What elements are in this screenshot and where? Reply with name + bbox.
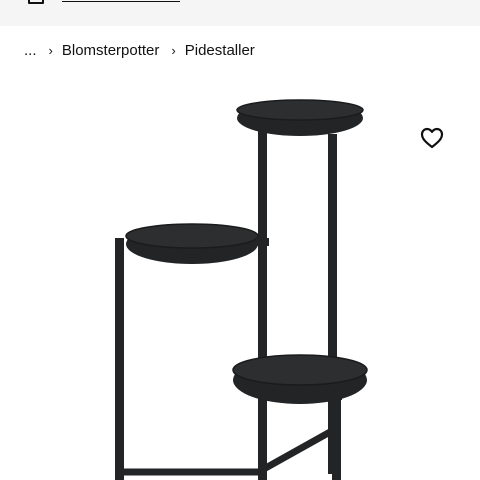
heart-icon (420, 127, 444, 149)
breadcrumb-item-pidestaller[interactable]: Pidestaller (185, 42, 255, 59)
plant-stand (115, 99, 368, 480)
store-link[interactable] (62, 0, 180, 2)
breadcrumb: ... › Blomsterpotter › Pidestaller (24, 38, 255, 62)
favourite-button[interactable] (414, 120, 450, 156)
breadcrumb-ellipsis[interactable]: ... (24, 42, 37, 59)
store-icon[interactable] (28, 0, 44, 4)
chevron-right-icon: › (48, 42, 53, 58)
chevron-right-icon: › (171, 42, 176, 58)
product-image[interactable] (0, 72, 480, 480)
breadcrumb-item-blomsterpotter[interactable]: Blomsterpotter (62, 42, 160, 59)
top-strip (0, 0, 480, 26)
